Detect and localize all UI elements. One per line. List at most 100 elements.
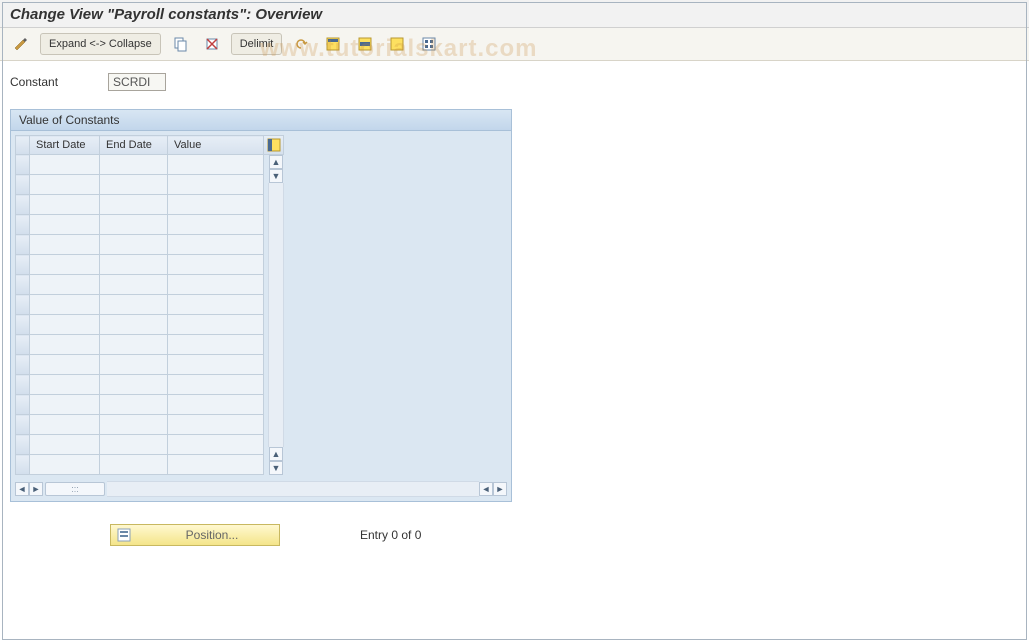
col-header-start-date[interactable]: Start Date (30, 136, 100, 155)
col-header-end-date[interactable]: End Date (100, 136, 168, 155)
col-header-value[interactable]: Value (168, 136, 264, 155)
scroll-right-button[interactable]: ► (493, 482, 507, 496)
table-row[interactable] (16, 335, 264, 355)
row-selector-header[interactable] (16, 136, 30, 155)
vscroll-track[interactable] (268, 183, 284, 447)
cell-start-date[interactable] (30, 295, 100, 315)
row-selector[interactable] (16, 215, 30, 235)
cell-end-date[interactable] (100, 435, 168, 455)
delete-button[interactable] (199, 33, 225, 55)
row-selector[interactable] (16, 435, 30, 455)
select-block-button[interactable] (352, 33, 378, 55)
scroll-down-small-button[interactable]: ▼ (269, 169, 283, 183)
row-selector[interactable] (16, 395, 30, 415)
cell-start-date[interactable] (30, 195, 100, 215)
cell-value[interactable] (168, 215, 264, 235)
cell-start-date[interactable] (30, 435, 100, 455)
cell-end-date[interactable] (100, 255, 168, 275)
cell-value[interactable] (168, 275, 264, 295)
cell-end-date[interactable] (100, 455, 168, 475)
cell-value[interactable] (168, 355, 264, 375)
scroll-right-small-button[interactable]: ► (29, 482, 43, 496)
table-row[interactable] (16, 255, 264, 275)
position-button[interactable]: Position... (110, 524, 280, 546)
table-row[interactable] (16, 235, 264, 255)
row-selector[interactable] (16, 375, 30, 395)
constants-table[interactable]: Start Date End Date Value (15, 135, 264, 475)
cell-start-date[interactable] (30, 155, 100, 175)
row-selector[interactable] (16, 175, 30, 195)
cell-value[interactable] (168, 455, 264, 475)
table-row[interactable] (16, 195, 264, 215)
table-row[interactable] (16, 275, 264, 295)
cell-start-date[interactable] (30, 255, 100, 275)
row-selector[interactable] (16, 335, 30, 355)
table-settings-button[interactable] (264, 135, 284, 155)
table-row[interactable] (16, 455, 264, 475)
row-selector[interactable] (16, 415, 30, 435)
constant-field[interactable] (108, 73, 166, 91)
cell-value[interactable] (168, 295, 264, 315)
cell-value[interactable] (168, 375, 264, 395)
cell-value[interactable] (168, 315, 264, 335)
expand-collapse-button[interactable]: Expand <-> Collapse (40, 33, 161, 55)
table-row[interactable] (16, 355, 264, 375)
cell-value[interactable] (168, 255, 264, 275)
cell-end-date[interactable] (100, 235, 168, 255)
cell-value[interactable] (168, 155, 264, 175)
cell-end-date[interactable] (100, 395, 168, 415)
row-selector[interactable] (16, 195, 30, 215)
row-selector[interactable] (16, 255, 30, 275)
table-row[interactable] (16, 295, 264, 315)
cell-value[interactable] (168, 395, 264, 415)
cell-end-date[interactable] (100, 275, 168, 295)
copy-button[interactable] (167, 33, 193, 55)
cell-end-date[interactable] (100, 335, 168, 355)
delimit-button[interactable]: Delimit (231, 33, 283, 55)
cell-start-date[interactable] (30, 355, 100, 375)
cell-end-date[interactable] (100, 215, 168, 235)
scroll-left-button[interactable]: ◄ (15, 482, 29, 496)
cell-end-date[interactable] (100, 375, 168, 395)
cell-value[interactable] (168, 435, 264, 455)
cell-end-date[interactable] (100, 415, 168, 435)
horizontal-scrollbar[interactable]: ◄ ► ::: ◄ ► (11, 479, 511, 501)
deselect-all-button[interactable] (384, 33, 410, 55)
table-row[interactable] (16, 435, 264, 455)
cell-start-date[interactable] (30, 175, 100, 195)
hscroll-track[interactable] (107, 481, 479, 497)
row-selector[interactable] (16, 155, 30, 175)
undo-button[interactable] (288, 33, 314, 55)
cell-start-date[interactable] (30, 375, 100, 395)
cell-value[interactable] (168, 415, 264, 435)
cell-end-date[interactable] (100, 155, 168, 175)
cell-start-date[interactable] (30, 455, 100, 475)
cell-start-date[interactable] (30, 315, 100, 335)
configure-button[interactable] (416, 33, 442, 55)
hscroll-thumb[interactable]: ::: (45, 482, 105, 496)
cell-end-date[interactable] (100, 355, 168, 375)
scroll-down-button[interactable]: ▼ (269, 461, 283, 475)
toggle-display-change-button[interactable] (8, 33, 34, 55)
cell-start-date[interactable] (30, 215, 100, 235)
vertical-scrollbar[interactable]: ▲ ▼ ▲ ▼ (268, 155, 284, 475)
table-row[interactable] (16, 175, 264, 195)
table-row[interactable] (16, 395, 264, 415)
row-selector[interactable] (16, 235, 30, 255)
table-row[interactable] (16, 155, 264, 175)
cell-end-date[interactable] (100, 295, 168, 315)
cell-start-date[interactable] (30, 275, 100, 295)
table-row[interactable] (16, 415, 264, 435)
scroll-up-button[interactable]: ▲ (269, 155, 283, 169)
cell-value[interactable] (168, 195, 264, 215)
scroll-up-small-button[interactable]: ▲ (269, 447, 283, 461)
scroll-left-small-button[interactable]: ◄ (479, 482, 493, 496)
row-selector[interactable] (16, 315, 30, 335)
row-selector[interactable] (16, 355, 30, 375)
row-selector[interactable] (16, 275, 30, 295)
cell-value[interactable] (168, 335, 264, 355)
cell-end-date[interactable] (100, 195, 168, 215)
table-row[interactable] (16, 315, 264, 335)
select-all-button[interactable] (320, 33, 346, 55)
cell-end-date[interactable] (100, 315, 168, 335)
